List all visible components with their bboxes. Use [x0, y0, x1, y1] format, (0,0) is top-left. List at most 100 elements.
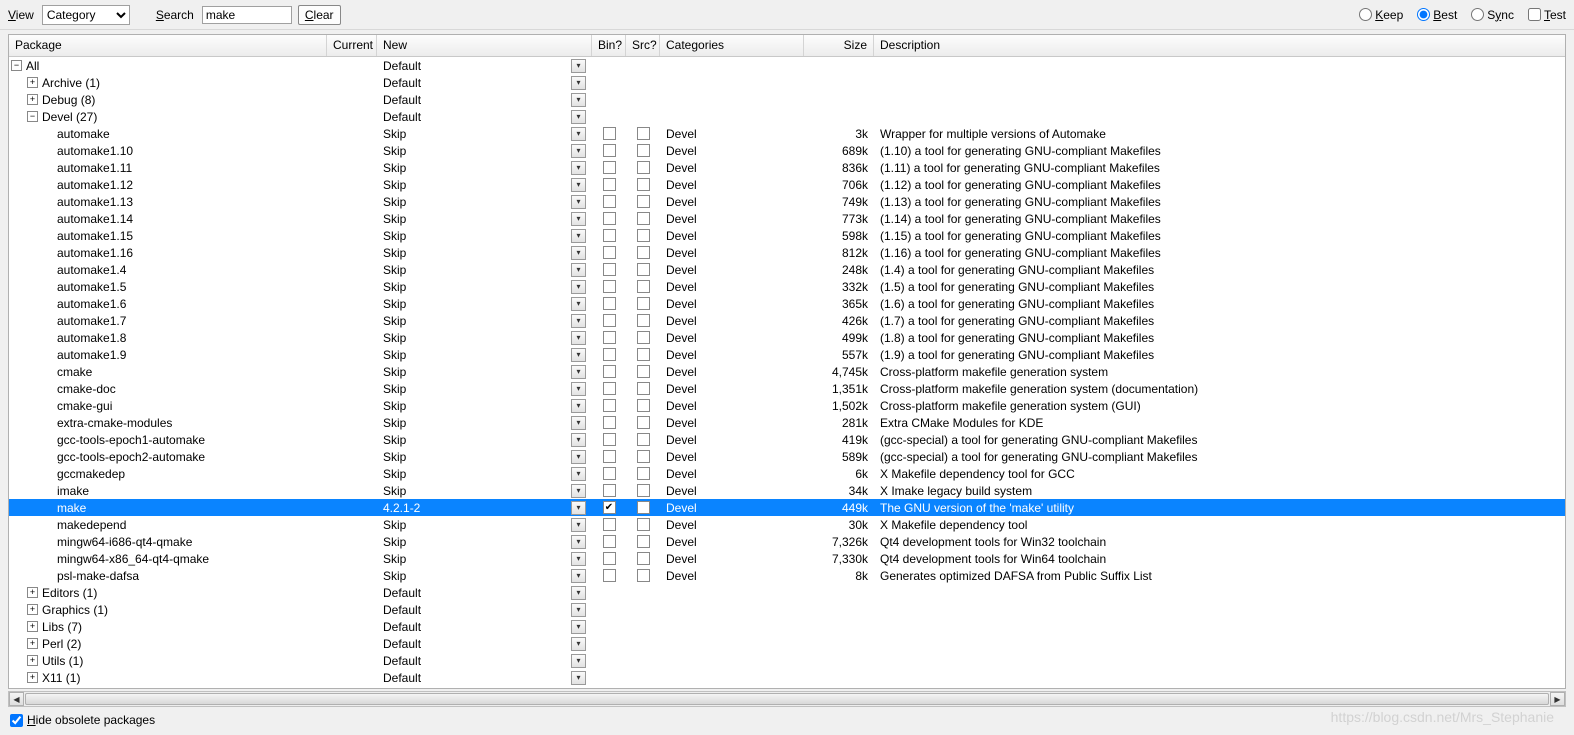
radio-sync[interactable]: Sync [1471, 8, 1514, 22]
package-row[interactable]: cmake-guiSkip▾Devel1,502kCross-platform … [9, 397, 1565, 414]
src-checkbox[interactable] [637, 229, 650, 242]
cell-new[interactable]: Skip▾ [377, 297, 592, 311]
package-row[interactable]: automakeSkip▾Devel3kWrapper for multiple… [9, 125, 1565, 142]
dropdown-icon[interactable]: ▾ [571, 552, 586, 566]
col-new[interactable]: New [377, 35, 592, 56]
bin-checkbox[interactable] [603, 382, 616, 395]
expand-icon[interactable]: + [27, 587, 38, 598]
src-checkbox[interactable] [637, 484, 650, 497]
bin-checkbox[interactable] [603, 450, 616, 463]
col-description[interactable]: Description [874, 35, 1565, 56]
cell-new[interactable]: Skip▾ [377, 552, 592, 566]
category-row[interactable]: +X11 (1)Default▾ [9, 669, 1565, 686]
dropdown-icon[interactable]: ▾ [571, 535, 586, 549]
dropdown-icon[interactable]: ▾ [571, 144, 586, 158]
dropdown-icon[interactable]: ▾ [571, 365, 586, 379]
src-checkbox[interactable] [637, 178, 650, 191]
src-checkbox[interactable] [637, 314, 650, 327]
bin-checkbox[interactable] [603, 280, 616, 293]
dropdown-icon[interactable]: ▾ [571, 603, 586, 617]
cell-new[interactable]: Skip▾ [377, 416, 592, 430]
view-select[interactable]: Category [42, 5, 130, 25]
dropdown-icon[interactable]: ▾ [571, 654, 586, 668]
package-row[interactable]: makedependSkip▾Devel30kX Makefile depend… [9, 516, 1565, 533]
search-input[interactable] [202, 6, 292, 24]
cell-new[interactable]: Skip▾ [377, 144, 592, 158]
src-checkbox[interactable] [637, 263, 650, 276]
src-checkbox[interactable] [637, 365, 650, 378]
package-row[interactable]: gcc-tools-epoch1-automakeSkip▾Devel419k(… [9, 431, 1565, 448]
src-checkbox[interactable] [637, 467, 650, 480]
category-row[interactable]: +Editors (1)Default▾ [9, 584, 1565, 601]
src-checkbox[interactable] [637, 382, 650, 395]
dropdown-icon[interactable]: ▾ [571, 331, 586, 345]
check-test-input[interactable] [1528, 8, 1541, 21]
scroll-left-icon[interactable]: ◀ [9, 692, 24, 706]
cell-new[interactable]: Skip▾ [377, 382, 592, 396]
cell-new[interactable]: Skip▾ [377, 433, 592, 447]
collapse-icon[interactable]: − [27, 111, 38, 122]
col-package[interactable]: Package [9, 35, 327, 56]
package-row[interactable]: make4.2.1-2▾Devel449kThe GNU version of … [9, 499, 1565, 516]
package-row[interactable]: cmakeSkip▾Devel4,745kCross-platform make… [9, 363, 1565, 380]
bin-checkbox[interactable] [603, 518, 616, 531]
dropdown-icon[interactable]: ▾ [571, 76, 586, 90]
src-checkbox[interactable] [637, 450, 650, 463]
cell-new[interactable]: Skip▾ [377, 365, 592, 379]
package-row[interactable]: gcc-tools-epoch2-automakeSkip▾Devel589k(… [9, 448, 1565, 465]
cell-new[interactable]: Default▾ [377, 586, 592, 600]
dropdown-icon[interactable]: ▾ [571, 280, 586, 294]
dropdown-icon[interactable]: ▾ [571, 586, 586, 600]
src-checkbox[interactable] [637, 280, 650, 293]
src-checkbox[interactable] [637, 331, 650, 344]
dropdown-icon[interactable]: ▾ [571, 212, 586, 226]
col-src[interactable]: Src? [626, 35, 660, 56]
src-checkbox[interactable] [637, 518, 650, 531]
bin-checkbox[interactable] [603, 416, 616, 429]
cell-new[interactable]: Skip▾ [377, 280, 592, 294]
cell-new[interactable]: Skip▾ [377, 569, 592, 583]
package-row[interactable]: mingw64-x86_64-qt4-qmakeSkip▾Devel7,330k… [9, 550, 1565, 567]
check-test[interactable]: Test [1528, 8, 1566, 22]
cell-new[interactable]: Skip▾ [377, 348, 592, 362]
expand-icon[interactable]: + [27, 672, 38, 683]
expand-icon[interactable]: + [27, 621, 38, 632]
radio-best[interactable]: Best [1417, 8, 1457, 22]
bin-checkbox[interactable] [603, 569, 616, 582]
dropdown-icon[interactable]: ▾ [571, 110, 586, 124]
src-checkbox[interactable] [637, 552, 650, 565]
src-checkbox[interactable] [637, 161, 650, 174]
package-row[interactable]: automake1.5Skip▾Devel332k(1.5) a tool fo… [9, 278, 1565, 295]
category-row[interactable]: −Devel (27)Default▾ [9, 108, 1565, 125]
dropdown-icon[interactable]: ▾ [571, 620, 586, 634]
package-row[interactable]: automake1.7Skip▾Devel426k(1.7) a tool fo… [9, 312, 1565, 329]
src-checkbox[interactable] [637, 348, 650, 361]
clear-button[interactable]: Clear [298, 5, 341, 25]
dropdown-icon[interactable]: ▾ [571, 637, 586, 651]
dropdown-icon[interactable]: ▾ [571, 484, 586, 498]
cell-new[interactable]: Skip▾ [377, 161, 592, 175]
bin-checkbox[interactable] [603, 399, 616, 412]
expand-icon[interactable]: + [27, 77, 38, 88]
cell-new[interactable]: Default▾ [377, 654, 592, 668]
package-row[interactable]: automake1.10Skip▾Devel689k(1.10) a tool … [9, 142, 1565, 159]
package-row[interactable]: mingw64-i686-qt4-qmakeSkip▾Devel7,326kQt… [9, 533, 1565, 550]
src-checkbox[interactable] [637, 246, 650, 259]
category-row[interactable]: +Libs (7)Default▾ [9, 618, 1565, 635]
dropdown-icon[interactable]: ▾ [571, 178, 586, 192]
dropdown-icon[interactable]: ▾ [571, 246, 586, 260]
category-row[interactable]: +Debug (8)Default▾ [9, 91, 1565, 108]
dropdown-icon[interactable]: ▾ [571, 433, 586, 447]
src-checkbox[interactable] [637, 501, 650, 514]
cell-new[interactable]: Skip▾ [377, 178, 592, 192]
col-current[interactable]: Current [327, 35, 377, 56]
cell-new[interactable]: Skip▾ [377, 331, 592, 345]
dropdown-icon[interactable]: ▾ [571, 348, 586, 362]
cell-new[interactable]: Default▾ [377, 93, 592, 107]
bin-checkbox[interactable] [603, 552, 616, 565]
package-row[interactable]: automake1.12Skip▾Devel706k(1.12) a tool … [9, 176, 1565, 193]
cell-new[interactable]: Skip▾ [377, 229, 592, 243]
src-checkbox[interactable] [637, 127, 650, 140]
scroll-thumb[interactable] [25, 693, 1549, 705]
cell-new[interactable]: Default▾ [377, 637, 592, 651]
